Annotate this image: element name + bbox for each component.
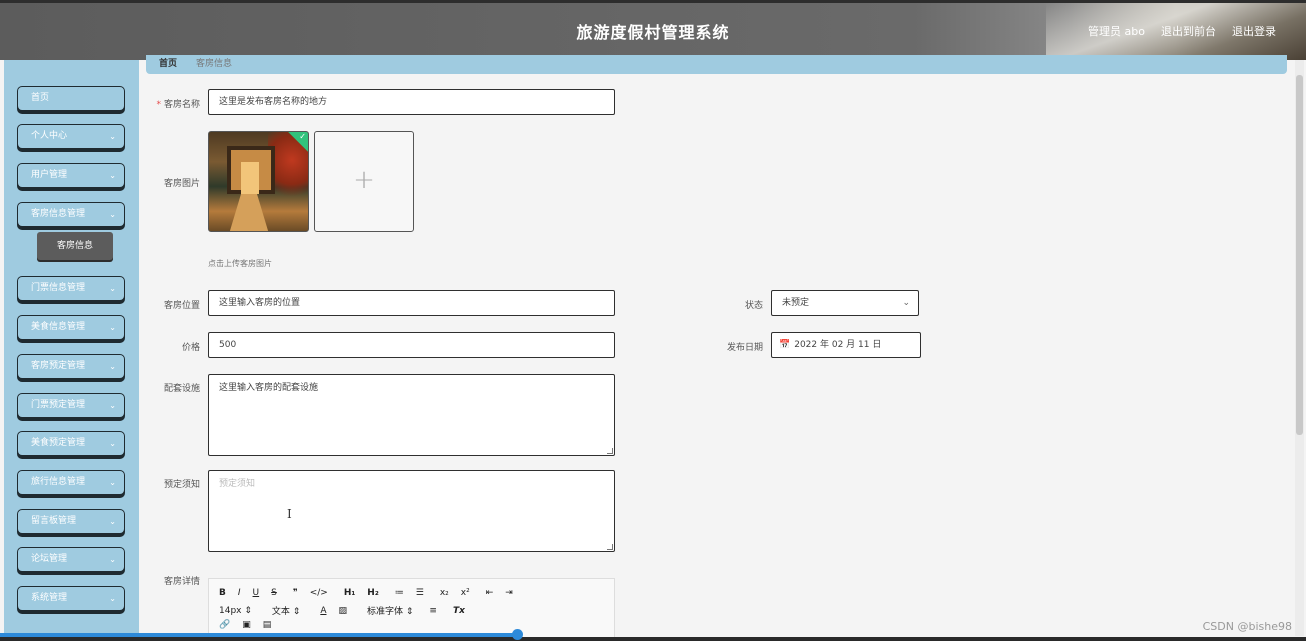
resize-handle[interactable] <box>607 448 613 454</box>
publish-date-picker[interactable]: 📅 2022 年 02 月 11 日 <box>771 332 921 358</box>
scrollbar-thumb[interactable] <box>1296 75 1303 435</box>
calendar-icon: 📅 <box>779 340 791 350</box>
heading2-button[interactable]: H₂ <box>367 588 378 598</box>
sidebar-item-forum[interactable]: 论坛管理 ⌄ <box>17 547 125 572</box>
location-label: 客房位置 <box>163 301 200 311</box>
progress-bar[interactable] <box>0 633 518 637</box>
status-label: 状态 <box>744 301 763 311</box>
chevron-down-icon: ⌄ <box>109 210 116 219</box>
sidebar-item-travel[interactable]: 旅行信息管理 ⌄ <box>17 470 125 495</box>
plus-icon: + <box>353 165 375 195</box>
font-size-select[interactable]: 14px ⇕ <box>219 606 252 616</box>
underline-button[interactable]: U <box>253 588 260 598</box>
chevron-down-icon: ⌄ <box>109 362 116 371</box>
chevron-down-icon: ⌄ <box>109 401 116 410</box>
room-image-thumbnail[interactable]: ✓ <box>208 131 309 232</box>
video-icon[interactable]: ▤ <box>263 620 272 630</box>
chevron-down-icon: ⌄ <box>109 555 116 564</box>
italic-button[interactable]: I <box>238 588 241 598</box>
chevron-down-icon: ⌄ <box>109 439 116 448</box>
bottom-bar <box>0 637 1306 641</box>
sidebar: 首页 个人中心 ⌄ 用户管理 ⌄ 客房信息管理 ⌄ 客房信息 门票信息管理 ⌄ 美食信息… <box>4 60 139 636</box>
breadcrumb-current: 客房信息 <box>196 59 233 69</box>
user-label: 管理员 abo <box>1088 25 1145 38</box>
details-label: 客房详情 <box>163 577 200 587</box>
sidebar-item-users[interactable]: 用户管理 ⌄ <box>17 163 125 188</box>
link-icon[interactable]: 🔗 <box>219 620 230 630</box>
check-icon: ✓ <box>299 132 306 141</box>
watermark: CSDN @bishe98 <box>1202 620 1292 633</box>
sidebar-item-room-booking[interactable]: 客房预定管理 ⌄ <box>17 354 125 379</box>
facilities-textarea[interactable]: 这里输入客房的配套设施 <box>208 374 615 456</box>
sidebar-item-ticket-booking[interactable]: 门票预定管理 ⌄ <box>17 393 125 418</box>
bold-button[interactable]: B <box>219 588 226 598</box>
breadcrumb-home[interactable]: 首页 <box>159 56 177 69</box>
notice-textarea[interactable]: 预定须知 <box>208 470 615 552</box>
chevron-down-icon: ⌄ <box>109 284 116 293</box>
upload-hint: 点击上传客房图片 <box>208 259 272 268</box>
resize-handle[interactable] <box>607 544 613 550</box>
image-icon[interactable]: ▣ <box>242 620 251 630</box>
sidebar-item-food-booking[interactable]: 美食预定管理 ⌄ <box>17 431 125 456</box>
facilities-label: 配套设施 <box>163 384 200 394</box>
clear-format-button[interactable]: Tx <box>453 606 465 616</box>
heading1-button[interactable]: H₁ <box>344 588 355 598</box>
blockquote-button[interactable]: ❞ <box>293 588 298 598</box>
sidebar-item-food[interactable]: 美食信息管理 ⌄ <box>17 315 125 340</box>
sidebar-item-tickets[interactable]: 门票信息管理 ⌄ <box>17 276 125 301</box>
sidebar-item-messages[interactable]: 留言板管理 ⌄ <box>17 509 125 534</box>
outdent-button[interactable]: ⇤ <box>486 588 494 598</box>
price-input[interactable]: 500 <box>208 332 615 358</box>
rich-text-editor: B I U S ❞ </> H₁ H₂ ≔ ☰ x₂ x² ⇤ ⇥ 14px ⇕… <box>208 578 615 641</box>
editor-toolbar-row-3: 🔗 ▣ ▤ <box>219 620 283 630</box>
publish-date-label: 发布日期 <box>726 343 763 353</box>
sidebar-item-home[interactable]: 首页 <box>17 86 125 111</box>
background-color-button[interactable]: ▨ <box>338 606 347 616</box>
editor-toolbar-row-1: B I U S ❞ </> H₁ H₂ ≔ ☰ x₂ x² ⇤ ⇥ <box>219 588 525 598</box>
superscript-button[interactable]: x² <box>461 588 470 598</box>
align-button[interactable]: ≡ <box>429 606 437 616</box>
page-scrollbar[interactable] <box>1295 60 1304 636</box>
top-header: 旅游度假村管理系统 管理员 abo 退出到前台 退出登录 <box>0 0 1306 60</box>
font-family-select[interactable]: 标准字体 ⇕ <box>367 604 413 617</box>
chevron-down-icon: ⌄ <box>109 478 116 487</box>
chevron-down-icon: ⌄ <box>109 517 116 526</box>
status-select[interactable]: 未预定 ⌄ <box>771 290 919 316</box>
logout-link[interactable]: 退出登录 <box>1232 23 1276 39</box>
editor-toolbar-row-2: 14px ⇕ 文本 ⇕ A ▨ 标准字体 ⇕ ≡ Tx <box>219 604 477 618</box>
header-select[interactable]: 文本 ⇕ <box>272 604 300 617</box>
room-name-label: * 客房名称 <box>156 100 200 110</box>
header-actions: 管理员 abo 退出到前台 退出登录 <box>1088 23 1276 39</box>
room-image-label: 客房图片 <box>163 179 200 189</box>
ordered-list-button[interactable]: ≔ <box>395 588 404 598</box>
frontend-link[interactable]: 退出到前台 <box>1161 23 1216 39</box>
location-input[interactable]: 这里输入客房的位置 <box>208 290 615 316</box>
sidebar-item-rooms[interactable]: 客房信息管理 ⌄ <box>17 202 125 227</box>
price-label: 价格 <box>181 343 200 353</box>
room-name-input[interactable]: 这里是发布客房名称的地方 <box>208 89 615 115</box>
chevron-down-icon: ⌄ <box>109 132 116 141</box>
chevron-down-icon: ⌄ <box>109 323 116 332</box>
sidebar-subitem-room-info[interactable]: 客房信息 <box>37 232 113 260</box>
strike-button[interactable]: S <box>271 588 277 598</box>
font-color-button[interactable]: A <box>320 606 326 616</box>
image-upload-button[interactable]: + <box>314 131 414 232</box>
code-button[interactable]: </> <box>310 588 328 598</box>
sidebar-item-profile[interactable]: 个人中心 ⌄ <box>17 124 125 149</box>
subscript-button[interactable]: x₂ <box>440 588 449 598</box>
chevron-down-icon: ⌄ <box>902 298 910 308</box>
chevron-down-icon: ⌄ <box>109 171 116 180</box>
chevron-down-icon: ⌄ <box>109 594 116 603</box>
notice-label: 预定须知 <box>163 480 200 490</box>
progress-knob[interactable] <box>512 629 523 640</box>
indent-button[interactable]: ⇥ <box>505 588 513 598</box>
sidebar-item-system[interactable]: 系统管理 ⌄ <box>17 586 125 611</box>
breadcrumb: 首页 客房信息 <box>146 55 1287 74</box>
bullet-list-button[interactable]: ☰ <box>416 588 424 598</box>
text-cursor-icon: I <box>287 507 292 521</box>
